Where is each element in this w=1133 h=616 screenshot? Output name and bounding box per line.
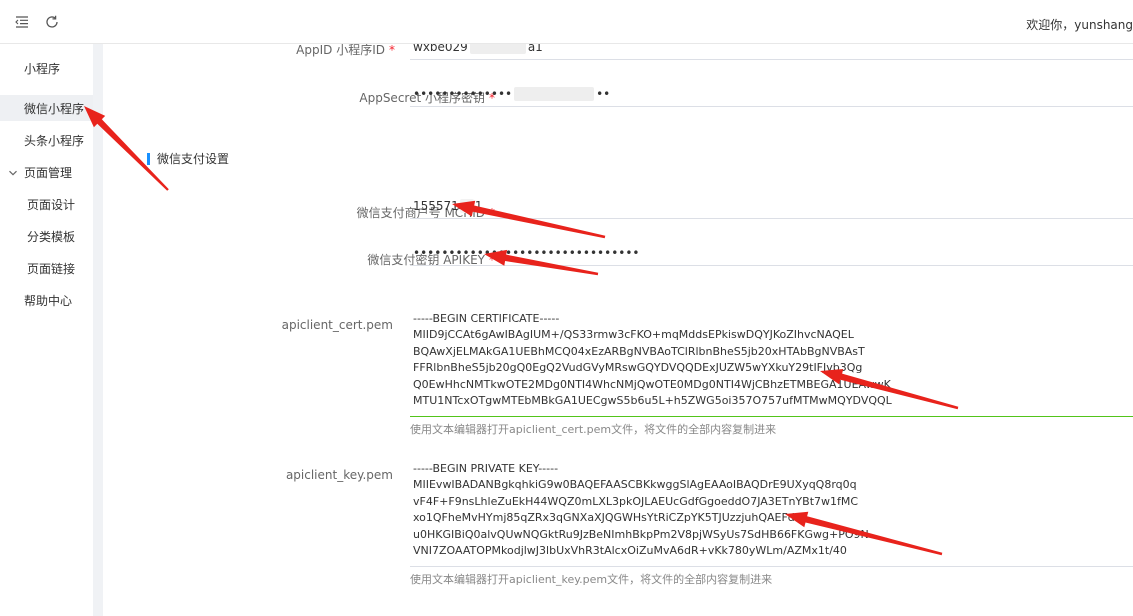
sidebar-item-page-links[interactable]: 页面链接	[0, 255, 93, 281]
key-line: VNI7ZOAATOPMkodjlwJ3lbUxVhR3tAlcxOiZuMvA…	[413, 544, 847, 558]
top-header: 欢迎你，yunshang	[0, 0, 1133, 44]
chevron-down-icon	[8, 167, 18, 177]
sidebar-item-label: 小程序	[24, 61, 61, 76]
cert-line: BQAwXjELMAkGA1UEBhMCQ04xEzARBgNVBAoTClRl…	[413, 344, 865, 358]
sidebar-item-label: 页面管理	[24, 165, 73, 180]
key-label: apiclient_key.pem	[285, 468, 393, 482]
key-line: -----BEGIN PRIVATE KEY-----	[413, 462, 559, 475]
redaction-blur	[469, 44, 526, 54]
key-line: vF4F+F9nsLhleZuEkH44WQZ0mLXL3pkOJLAEUcGd…	[413, 494, 859, 508]
key-line: MIIEvwIBADANBgkqhkiG9w0BAQEFAASCBKkwggSl…	[413, 478, 857, 492]
appsecret-value-start: ••••••••••••••	[413, 86, 513, 101]
required-mark: *	[389, 44, 395, 57]
appid-value-end: a1	[527, 44, 543, 54]
settings-form: AppID 小程序ID * wxbe029 a1 AppSecret 小程序密钥 *…	[103, 44, 1133, 616]
apikey-input[interactable]: ••••••••••••••••••••••••••••••••	[410, 240, 1133, 266]
key-line: xo1QFheMvHYmj85qZRx3qGNXaXJQGWHsYtRiCZpY…	[413, 511, 795, 525]
cert-textarea[interactable]: -----BEGIN CERTIFICATE----- MIID9jCCAt6g…	[410, 310, 1133, 417]
sidebar-item-page-management[interactable]: 页面管理	[0, 159, 93, 185]
welcome-text: 欢迎你，yunshang	[1026, 18, 1133, 32]
key-textarea[interactable]: -----BEGIN PRIVATE KEY----- MIIEvwIBADAN…	[410, 460, 1133, 567]
cert-line: MTU1NTcxOTgwMTEbMBkGA1UECgwS5b6u5L+h5ZWG…	[413, 394, 892, 408]
sidebar-item-label: 分类模板	[27, 229, 76, 244]
apikey-value: ••••••••••••••••••••••••••••••••	[413, 245, 640, 260]
appsecret-value-end: ••	[596, 86, 611, 101]
appid-label: AppID 小程序ID *	[296, 44, 395, 58]
sidebar-item-wechat-miniprogram[interactable]: 微信小程序	[0, 95, 93, 121]
sidebar-item-miniprogram[interactable]: 小程序	[0, 55, 93, 81]
sidebar-item-label: 头条小程序	[24, 133, 85, 148]
cert-label: apiclient_cert.pem	[281, 318, 393, 332]
sidebar-item-label: 微信小程序	[24, 101, 85, 116]
key-line: u0HKGIBiQ0alvQUwNQGktRu9JzBeNImhBkpPm2V8…	[413, 527, 869, 541]
sidebar: 小程序 微信小程序 头条小程序 页面管理 页面设计 分类模板 页面链接 帮助中心	[0, 44, 93, 616]
section-title-text: 微信支付设置	[157, 152, 230, 166]
redaction-blur	[459, 198, 474, 213]
section-accent-bar	[147, 152, 150, 165]
cert-line: FFRlbnBheS5jb20gQ0EgQ2VudGVyMRswGQYDVQQD…	[413, 361, 863, 375]
appid-value-start: wxbe029	[413, 44, 468, 54]
sidebar-item-page-design[interactable]: 页面设计	[0, 191, 93, 217]
sidebar-item-toutiao-miniprogram[interactable]: 头条小程序	[0, 127, 93, 153]
redaction-blur	[514, 86, 595, 101]
sidebar-item-label: 页面链接	[27, 261, 76, 276]
mchid-input[interactable]: 155571 1	[410, 193, 1133, 219]
refresh-icon[interactable]	[44, 14, 60, 30]
cert-help-text: 使用文本编辑器打开apiclient_cert.pem文件，将文件的全部内容复制…	[410, 423, 777, 436]
cert-line: MIID9jCCAt6gAwIBAgIUM+/QS33rmw3cFKO+mqMd…	[413, 328, 854, 342]
sidebar-item-help-center[interactable]: 帮助中心	[0, 287, 93, 313]
appid-label-text: AppID 小程序ID	[296, 44, 385, 57]
wechat-pay-section-title: 微信支付设置	[147, 150, 229, 167]
mchid-value: 155571	[413, 198, 459, 213]
appsecret-input[interactable]: •••••••••••••• ••	[410, 81, 1133, 107]
cert-line: Q0EwHhcNMTkwOTE2MDg0NTI4WhcNMjQwOTE0MDg0…	[413, 377, 891, 391]
cert-line: -----BEGIN CERTIFICATE-----	[413, 312, 560, 325]
key-help-text: 使用文本编辑器打开apiclient_key.pem文件，将文件的全部内容复制进…	[410, 573, 773, 586]
sidebar-item-label: 帮助中心	[24, 293, 73, 308]
sidebar-item-label: 页面设计	[27, 197, 76, 212]
menu-fold-icon[interactable]	[14, 14, 30, 30]
mchid-value-end: 1	[474, 198, 483, 213]
sidebar-item-category-template[interactable]: 分类模板	[0, 223, 93, 249]
appid-input[interactable]: wxbe029 a1	[410, 44, 1133, 60]
